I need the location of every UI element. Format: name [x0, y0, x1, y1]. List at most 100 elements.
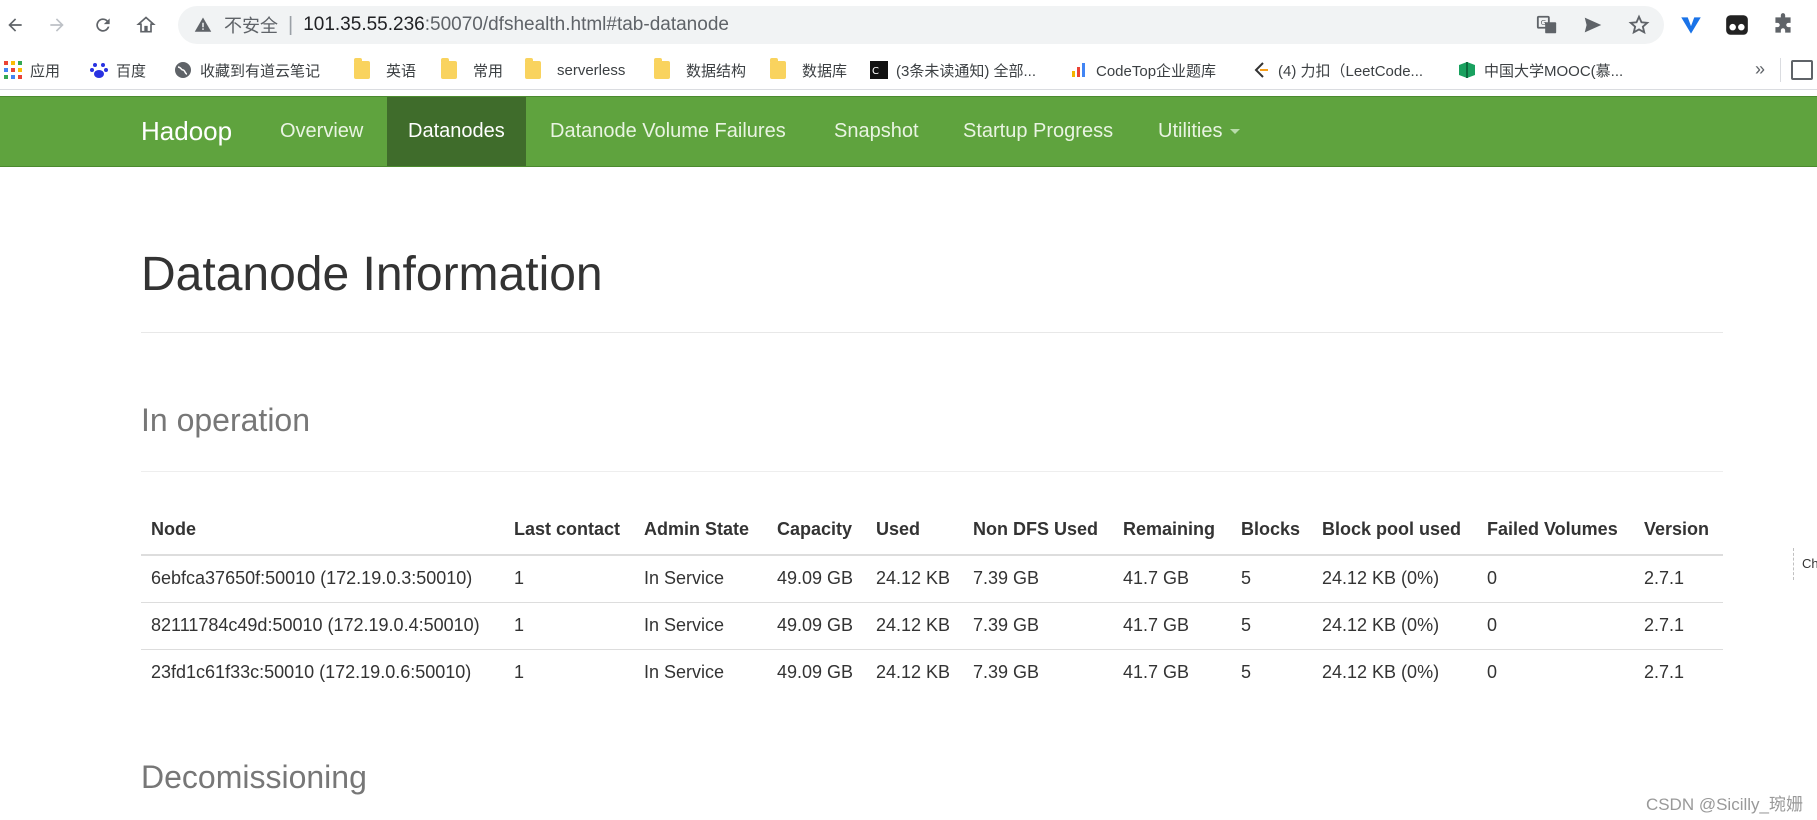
bookmark-label: 常用: [473, 62, 504, 80]
bookmark-csdn[interactable]: C (3条未读通知) 全部...: [870, 50, 1036, 90]
bookmark-label: (3条未读通知) 全部...: [896, 62, 1037, 80]
nav-datanodes[interactable]: Datanodes: [387, 97, 526, 166]
column-header[interactable]: Node: [141, 505, 504, 556]
arrow-left-icon: [8, 18, 22, 32]
column-header[interactable]: Last contact: [504, 505, 634, 556]
table-header-row: Node Last contact Admin State Capacity U…: [141, 505, 1723, 556]
send-icon[interactable]: [1582, 14, 1604, 36]
section-decommissioning: Decomissioning: [141, 759, 367, 795]
folder-icon: [654, 58, 670, 79]
star-icon[interactable]: [1628, 14, 1650, 36]
nav-startup-progress[interactable]: Startup Progress: [942, 97, 1134, 166]
bookmark-label: 百度: [116, 62, 147, 80]
warning-triangle-icon: [194, 17, 212, 32]
watermark: CSDN @Sicilly_琬姗: [1645, 795, 1803, 814]
mooc-icon: [1459, 62, 1475, 78]
home-button[interactable]: [131, 10, 161, 40]
table-cell: 1: [514, 662, 525, 683]
table-row: 23fd1c61f33c:50010 (172.19.0.6:50010) 1 …: [141, 649, 1723, 696]
bar-chart-icon: [1072, 63, 1085, 77]
column-header[interactable]: Block pool used: [1312, 505, 1477, 556]
address-bar[interactable]: 不安全 | 101.35.55.236:50070/dfshealth.html…: [178, 6, 1664, 44]
bookmark-apps[interactable]: 应用: [4, 50, 60, 90]
column-header[interactable]: Failed Volumes: [1477, 505, 1634, 556]
table-row: 6ebfca37650f:50010 (172.19.0.3:50010) 1 …: [141, 555, 1723, 603]
apps-grid-icon: [4, 61, 22, 79]
vpn-extension-icon[interactable]: [1678, 12, 1704, 38]
column-header[interactable]: Used: [866, 505, 963, 556]
table-cell: In Service: [634, 555, 767, 603]
nav-datanode-volume-failures[interactable]: Datanode Volume Failures: [529, 97, 807, 166]
table-cell: 24.12 KB (0%): [1312, 555, 1477, 603]
table-cell: 7.39 GB: [973, 662, 1040, 683]
table-cell: 49.09 GB: [767, 555, 866, 603]
table-cell: 24.12 KB (0%): [1322, 662, 1440, 683]
bookmark-folder-english[interactable]: 英语: [354, 50, 416, 90]
bookmark-folder-database[interactable]: 数据库: [770, 50, 847, 90]
url-text: 101.35.55.236:50070/dfshealth.html#tab-d…: [303, 14, 729, 36]
page-title: Datanode Information: [141, 248, 603, 301]
csdn-icon: C: [870, 61, 888, 79]
table-cell-node: 6ebfca37650f:50010 (172.19.0.3:50010): [141, 555, 504, 603]
bookmark-label: (4) 力扣（LeetCode...: [1278, 62, 1424, 80]
column-header[interactable]: Version: [1634, 505, 1723, 556]
section-in-operation: In operation: [141, 402, 311, 438]
column-header[interactable]: Non DFS Used: [963, 505, 1113, 556]
svg-text:G: G: [1541, 18, 1547, 27]
column-header[interactable]: Remaining: [1113, 505, 1231, 556]
bookmarks-overflow-button[interactable]: »: [1755, 59, 1765, 80]
back-button[interactable]: [0, 10, 30, 40]
nav-snapshot[interactable]: Snapshot: [813, 97, 940, 166]
table-cell: 0: [1477, 555, 1634, 603]
brand-logo[interactable]: Hadoop: [141, 97, 232, 166]
bookmark-codetop[interactable]: CodeTop企业题库: [1070, 50, 1216, 90]
bookmark-label: 数据库: [802, 62, 848, 80]
bookmark-folder-data-structures[interactable]: 数据结构: [654, 50, 746, 90]
insecure-label: 不安全: [224, 16, 278, 36]
column-header[interactable]: Capacity: [767, 505, 866, 556]
tampermonkey-icon[interactable]: [1724, 12, 1750, 38]
url-path: :50070/dfshealth.html#tab-datanode: [424, 14, 729, 35]
table-cell: 7.39 GB: [963, 602, 1113, 650]
forward-button[interactable]: [42, 10, 72, 40]
bookmark-mooc[interactable]: 中国大学MOOC(慕...: [1458, 50, 1623, 90]
caret-down-icon: [1230, 129, 1241, 135]
reload-button[interactable]: [88, 10, 118, 40]
column-header[interactable]: Blocks: [1231, 505, 1312, 556]
bookmark-folder-serverless[interactable]: serverless: [525, 50, 625, 90]
nav-utilities-dropdown[interactable]: Utilities: [1137, 97, 1261, 166]
table-cell: 2.7.1: [1634, 602, 1723, 650]
table-cell: 24.12 KB: [866, 602, 963, 650]
table-cell: 5: [1231, 602, 1312, 650]
datanode-table: Node Last contact Admin State Capacity U…: [141, 505, 1723, 696]
bookmark-leetcode[interactable]: (4) 力扣（LeetCode...: [1252, 50, 1423, 90]
column-header[interactable]: Admin State: [634, 505, 767, 556]
bookmark-youdao[interactable]: 收藏到有道云笔记: [174, 50, 320, 90]
omnibox-actions: G: [1536, 14, 1650, 36]
nav-overview[interactable]: Overview: [259, 97, 384, 166]
bookmark-folder-common[interactable]: 常用: [441, 50, 503, 90]
title-divider: [141, 332, 1723, 333]
table-cell: 5: [1231, 555, 1312, 603]
baidu-paw-icon: [90, 63, 108, 78]
translate-icon[interactable]: G: [1536, 14, 1558, 36]
table-cell: 41.7 GB: [1113, 602, 1231, 650]
side-panel-tab[interactable]: Ch: [1793, 548, 1817, 580]
bookmark-baidu[interactable]: 百度: [90, 50, 146, 90]
reload-icon: [96, 18, 110, 32]
globe-icon: [175, 62, 191, 78]
table-cell: 2.7.1: [1634, 555, 1723, 603]
table-cell-node: 82111784c49d:50010 (172.19.0.4:50010): [141, 602, 504, 650]
home-icon: [136, 16, 156, 33]
bookmarks-divider: [1780, 58, 1781, 82]
arrow-right-icon: [50, 18, 64, 32]
puzzle-icon[interactable]: [1770, 12, 1796, 38]
table-cell: 24.12 KB: [866, 555, 963, 603]
section-divider: [141, 471, 1723, 472]
folder-icon: [441, 58, 457, 79]
reading-list-icon[interactable]: [1791, 60, 1813, 80]
table-cell: 1: [504, 602, 634, 650]
table-cell: 41.7 GB: [1123, 662, 1190, 683]
table-cell: 7.39 GB: [963, 555, 1113, 603]
table-row: 82111784c49d:50010 (172.19.0.4:50010) 1 …: [141, 602, 1723, 650]
